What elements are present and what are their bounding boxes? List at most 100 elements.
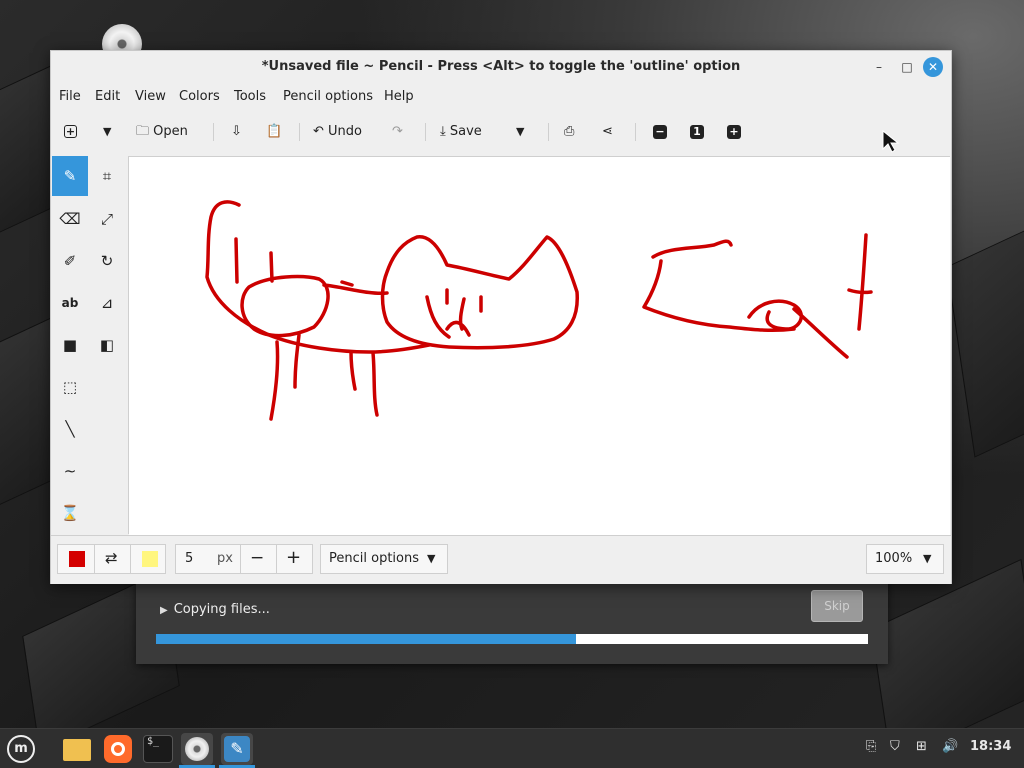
terminal-icon: $_: [143, 735, 173, 763]
free-shape-tool[interactable]: ⌛: [52, 493, 88, 533]
pencil-app-icon: ✎: [224, 736, 250, 762]
main-toolbar: + ▼ 🗀 Open ⇩ 📋 ↶ Undo ↷ ⤓ Save ▼ ⎙ ⋖ − 1…: [51, 115, 951, 149]
divider: [276, 545, 277, 573]
size-increase-button[interactable]: +: [286, 547, 301, 568]
zoom-in-button[interactable]: +: [727, 119, 741, 145]
folder-open-icon: 🗀: [136, 124, 150, 139]
swap-colors-icon[interactable]: ⇄: [105, 549, 118, 567]
pencil-options-label: Pencil options: [329, 551, 419, 566]
save-label: Save: [449, 124, 482, 139]
paste-button[interactable]: 📋: [266, 119, 282, 145]
menu-tools[interactable]: Tools: [234, 89, 266, 104]
volume-icon[interactable]: 🔊: [942, 739, 958, 754]
pencil-window-button[interactable]: ✎: [221, 733, 253, 765]
pencil-options-dropdown[interactable]: Pencil options ▼: [320, 544, 448, 574]
notifications-icon[interactable]: ⎘: [866, 739, 876, 754]
size-control: 5 px − +: [175, 544, 313, 574]
size-decrease-button[interactable]: −: [250, 548, 264, 568]
pencil-tool[interactable]: ✎: [52, 156, 88, 196]
menu-pencil-options[interactable]: Pencil options: [283, 89, 373, 104]
redo-icon: ↷: [392, 124, 403, 139]
expand-triangle-icon[interactable]: ▶: [160, 605, 168, 616]
cat-drawing: [205, 200, 873, 421]
disc-window-button[interactable]: [181, 733, 213, 765]
redo-button[interactable]: ↷: [392, 119, 403, 145]
primary-color-swatch[interactable]: [69, 551, 85, 567]
toolbar-separator: [299, 123, 300, 141]
plus-box-icon: +: [727, 125, 741, 139]
terminal-launcher[interactable]: $_: [142, 733, 174, 765]
tools-panel: ✎ ⌗ ⌫ ⤢ ✐ ↻ ab ⊿ ■ ◧ ⬚ ╲ ∼ ⌛: [51, 156, 129, 534]
undo-button[interactable]: ↶ Undo: [313, 119, 362, 145]
open-label: Open: [153, 124, 188, 139]
skew-tool[interactable]: ⊿: [89, 283, 125, 323]
bg-cube: [946, 224, 1024, 458]
mint-logo-icon: m: [7, 735, 35, 763]
firefox-launcher[interactable]: [102, 733, 134, 765]
menu-view[interactable]: View: [135, 89, 166, 104]
network-icon[interactable]: ⊞: [916, 739, 927, 754]
share-button[interactable]: ⋖: [602, 119, 613, 145]
menu-help[interactable]: Help: [384, 89, 414, 104]
scale-tool[interactable]: ⤢: [89, 199, 125, 239]
import-button[interactable]: ⇩: [231, 119, 242, 145]
menu-colors[interactable]: Colors: [179, 89, 220, 104]
zoom-reset-button[interactable]: 1: [690, 119, 704, 145]
copy-progress-fill: [156, 634, 577, 644]
new-image-button[interactable]: +: [64, 119, 77, 145]
save-button[interactable]: ⤓ Save: [440, 119, 482, 145]
toolbar-separator: [548, 123, 549, 141]
clock[interactable]: 18:34: [970, 739, 1011, 754]
toolbar-separator: [635, 123, 636, 141]
one-box-icon: 1: [690, 125, 704, 139]
copy-progress-bar: [156, 634, 868, 644]
minus-box-icon: −: [653, 125, 667, 139]
skip-button[interactable]: Skip: [811, 590, 863, 622]
zoom-out-button[interactable]: −: [653, 119, 667, 145]
text-tool[interactable]: ab: [52, 283, 88, 323]
menu-bar: File Edit View Colors Tools Pencil optio…: [51, 85, 951, 109]
divider: [94, 545, 95, 573]
pencil-window: *Unsaved file ~ Pencil - Press <Alt> to …: [50, 50, 952, 584]
open-button[interactable]: 🗀 Open: [136, 119, 188, 145]
zoom-dropdown[interactable]: 100% ▼: [866, 544, 944, 574]
chevron-down-icon: ▼: [516, 125, 525, 138]
plus-box-icon: +: [64, 125, 77, 138]
printer-icon: ⎙: [564, 124, 575, 139]
eraser-tool[interactable]: ⌫: [52, 199, 88, 239]
clipboard-icon: 📋: [266, 124, 283, 139]
toolbar-separator: [425, 123, 426, 141]
secondary-color-swatch[interactable]: [142, 551, 158, 567]
minimize-button[interactable]: –: [869, 57, 889, 77]
copy-status[interactable]: ▶ Copying files...: [160, 602, 270, 617]
chevron-down-icon: ▼: [103, 125, 112, 138]
rectangle-tool[interactable]: ■: [52, 325, 88, 365]
undo-label: Undo: [328, 124, 363, 139]
curve-tool[interactable]: ∼: [52, 451, 88, 491]
chevron-down-icon: ▼: [427, 552, 436, 565]
filters-tool[interactable]: ◧: [89, 325, 125, 365]
toolbar-separator: [213, 123, 214, 141]
size-input[interactable]: 5: [185, 551, 193, 566]
save-menu-dropdown[interactable]: ▼: [516, 119, 524, 145]
menu-edit[interactable]: Edit: [95, 89, 120, 104]
maximize-button[interactable]: □: [897, 57, 917, 77]
disc-icon: [185, 737, 209, 761]
new-menu-dropdown[interactable]: ▼: [103, 119, 111, 145]
menu-file[interactable]: File: [59, 89, 81, 104]
divider: [130, 545, 131, 573]
drawing-canvas[interactable]: [129, 156, 950, 535]
mint-menu-button[interactable]: m: [5, 733, 37, 765]
shield-icon[interactable]: ⛉: [890, 739, 900, 754]
highlighter-tool[interactable]: ✐: [52, 241, 88, 281]
options-bar: ⇄ 5 px − + Pencil options ▼ 100% ▼: [51, 535, 951, 584]
selection-tool[interactable]: ⬚: [52, 367, 88, 407]
copy-files-dialog: ▶ Copying files... Skip: [136, 570, 888, 664]
close-button[interactable]: ✕: [923, 57, 943, 77]
print-button[interactable]: ⎙: [564, 119, 574, 145]
rotate-tool[interactable]: ↻: [89, 241, 125, 281]
firefox-inner-icon: [111, 742, 125, 756]
files-launcher[interactable]: [61, 733, 93, 765]
crop-tool[interactable]: ⌗: [89, 156, 125, 196]
line-tool[interactable]: ╲: [52, 409, 88, 449]
